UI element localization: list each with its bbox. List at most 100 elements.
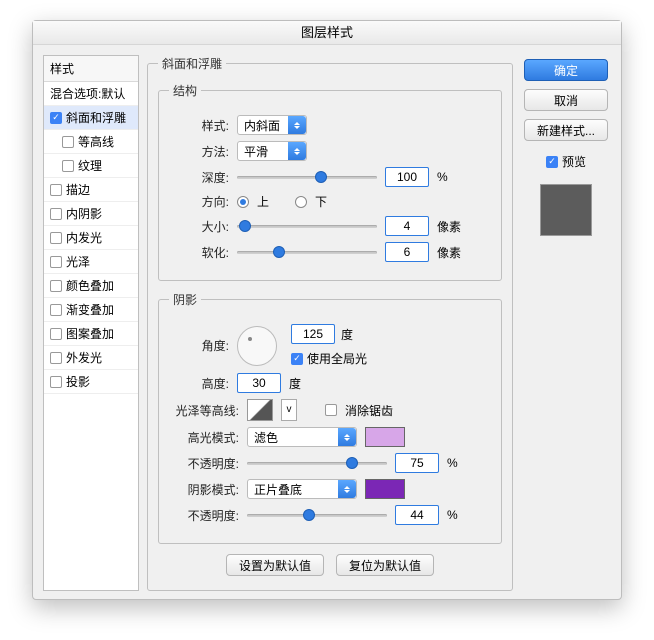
style-label-colorOverlay: 颜色叠加 [66,277,114,294]
soften-unit: 像素 [437,244,461,261]
style-row-innerShadow[interactable]: 内阴影 [44,202,138,226]
technique-select[interactable]: 平滑 [237,141,307,161]
depth-label: 深度: [169,169,229,186]
chevron-updown-icon [338,480,356,498]
styles-header: 样式 [44,56,138,82]
size-input[interactable]: 4 [385,216,429,236]
style-checkbox-innerGlow[interactable] [50,232,62,244]
highlight-mode-value: 滤色 [254,429,278,446]
style-row-dropShadow[interactable]: 投影 [44,370,138,394]
style-label-innerShadow: 内阴影 [66,205,102,222]
style-select[interactable]: 内斜面 [237,115,307,135]
gloss-contour-picker[interactable] [247,399,273,421]
style-row-satin[interactable]: 光泽 [44,250,138,274]
shadow-mode-select[interactable]: 正片叠底 [247,479,357,499]
depth-slider[interactable] [237,169,377,185]
shadow-color-swatch[interactable] [365,479,405,499]
blending-options-row[interactable]: 混合选项:默认 [44,82,138,106]
bevel-panel: 斜面和浮雕 结构 样式: 内斜面 方法: 平滑 [147,55,513,591]
style-label-dropShadow: 投影 [66,373,90,390]
cancel-button[interactable]: 取消 [524,89,608,111]
shadow-mode-value: 正片叠底 [254,481,302,498]
highlight-mode-select[interactable]: 滤色 [247,427,357,447]
styles-list: 样式 混合选项:默认 斜面和浮雕等高线纹理描边内阴影内发光光泽颜色叠加渐变叠加图… [43,55,139,591]
style-checkbox-satin[interactable] [50,256,62,268]
angle-unit: 度 [341,326,353,343]
style-row-patternOverlay[interactable]: 图案叠加 [44,322,138,346]
preview-checkbox[interactable] [546,156,558,168]
use-global-light-checkbox[interactable] [291,353,303,365]
direction-label: 方向: [169,193,229,210]
highlight-opacity-input[interactable]: 75 [395,453,439,473]
shading-group: 阴影 角度: 125 度 使用全局光 [158,291,502,544]
ok-button[interactable]: 确定 [524,59,608,81]
chevron-updown-icon [288,116,306,134]
style-checkbox-gradientOverlay[interactable] [50,304,62,316]
depth-input[interactable]: 100 [385,167,429,187]
style-checkbox-contour[interactable] [62,136,74,148]
style-row-stroke[interactable]: 描边 [44,178,138,202]
use-global-light-label: 使用全局光 [307,350,367,367]
highlight-color-swatch[interactable] [365,427,405,447]
altitude-label: 高度: [169,375,229,392]
altitude-input[interactable]: 30 [237,373,281,393]
style-checkbox-colorOverlay[interactable] [50,280,62,292]
preview-label: 预览 [562,153,586,170]
direction-down-radio[interactable] [295,196,307,208]
style-label-outerGlow: 外发光 [66,349,102,366]
gloss-contour-label: 光泽等高线: [169,402,239,419]
highlight-mode-label: 高光模式: [169,429,239,446]
shadow-opacity-input[interactable]: 44 [395,505,439,525]
soften-label: 软化: [169,244,229,261]
style-row-colorOverlay[interactable]: 颜色叠加 [44,274,138,298]
style-label-patternOverlay: 图案叠加 [66,325,114,342]
depth-unit: % [437,170,448,184]
style-checkbox-bevel[interactable] [50,112,62,124]
style-checkbox-outerGlow[interactable] [50,352,62,364]
reset-default-button[interactable]: 复位为默认值 [336,554,434,576]
soften-input[interactable]: 6 [385,242,429,262]
structure-legend: 结构 [169,82,201,99]
style-checkbox-texture[interactable] [62,160,74,172]
style-row-bevel[interactable]: 斜面和浮雕 [44,106,138,130]
technique-value: 平滑 [244,143,268,160]
style-label-gradientOverlay: 渐变叠加 [66,301,114,318]
gloss-contour-dropdown[interactable]: v [281,399,297,421]
new-style-button[interactable]: 新建样式... [524,119,608,141]
angle-input[interactable]: 125 [291,324,335,344]
anti-alias-label: 消除锯齿 [345,402,393,419]
style-row-gradientOverlay[interactable]: 渐变叠加 [44,298,138,322]
style-row-outerGlow[interactable]: 外发光 [44,346,138,370]
layer-style-dialog: 图层样式 样式 混合选项:默认 斜面和浮雕等高线纹理描边内阴影内发光光泽颜色叠加… [32,20,622,600]
shadow-opacity-unit: % [447,508,458,522]
style-label-texture: 纹理 [78,157,102,174]
style-checkbox-patternOverlay[interactable] [50,328,62,340]
direction-up-radio[interactable] [237,196,249,208]
altitude-unit: 度 [289,375,301,392]
style-row-texture[interactable]: 纹理 [44,154,138,178]
style-checkbox-dropShadow[interactable] [50,376,62,388]
highlight-opacity-slider[interactable] [247,455,387,471]
bevel-title: 斜面和浮雕 [158,55,226,72]
angle-dial[interactable] [237,326,277,366]
preview-swatch [540,184,592,236]
style-label-bevel: 斜面和浮雕 [66,109,126,126]
style-label-contour: 等高线 [78,133,114,150]
size-unit: 像素 [437,218,461,235]
size-slider[interactable] [237,218,377,234]
style-row-contour[interactable]: 等高线 [44,130,138,154]
style-label-stroke: 描边 [66,181,90,198]
anti-alias-checkbox[interactable] [325,404,337,416]
make-default-button[interactable]: 设置为默认值 [226,554,324,576]
style-row-innerGlow[interactable]: 内发光 [44,226,138,250]
style-value: 内斜面 [244,117,280,134]
direction-down-label: 下 [315,193,327,210]
size-label: 大小: [169,218,229,235]
style-label: 样式: [169,117,229,134]
shadow-opacity-label: 不透明度: [169,507,239,524]
shadow-opacity-slider[interactable] [247,507,387,523]
soften-slider[interactable] [237,244,377,260]
shadow-mode-label: 阴影模式: [169,481,239,498]
style-checkbox-stroke[interactable] [50,184,62,196]
style-checkbox-innerShadow[interactable] [50,208,62,220]
